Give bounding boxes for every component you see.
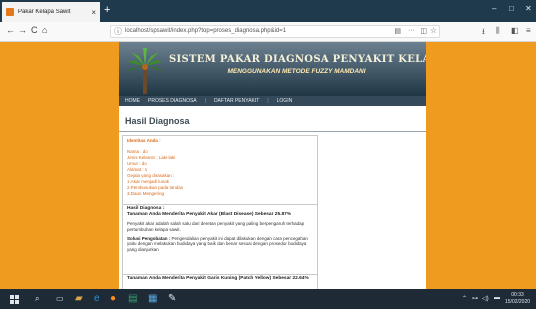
- menu-login[interactable]: LOGIN: [277, 98, 293, 104]
- result-description: Penyakit akar adalah salah satu dari der…: [127, 221, 305, 232]
- browser-tab[interactable]: Pakar Kelapa Sawit ×: [2, 2, 100, 22]
- notification-icon[interactable]: ▬: [494, 295, 500, 301]
- pocket-icon[interactable]: ◫: [420, 27, 427, 35]
- browser-tabbar: Pakar Kelapa Sawit × + – □ ✕: [0, 0, 536, 22]
- tray-chevron-icon[interactable]: ⌃: [462, 295, 467, 302]
- library-icon[interactable]: ⫼: [496, 26, 500, 36]
- menu-home[interactable]: HOME: [125, 98, 140, 104]
- browser-navbar: ← → C ⌂ ⓘ localhost/spsawit/index.php?to…: [0, 22, 536, 42]
- site-subtitle: MENGGUNAKAN METODE FUZZY MAMDANI: [227, 68, 366, 75]
- identity-heading: Identitas Anda :: [127, 138, 161, 143]
- network-icon[interactable]: ⊶: [472, 295, 478, 302]
- maximize-button[interactable]: □: [509, 4, 514, 13]
- page-title: Hasil Diagnosa: [125, 116, 190, 126]
- menu-proses-diagnosa[interactable]: PROSES DIAGNOSA: [148, 98, 197, 104]
- diagnosis-result-1: Hasil Diagnosa : Tanaman Anda Menderita …: [127, 206, 313, 253]
- site-banner: SISTEM PAKAR DIAGNOSA PENYAKIT KELAPA SA…: [119, 42, 426, 96]
- new-tab-button[interactable]: +: [104, 4, 110, 16]
- address-bar[interactable]: ⓘ localhost/spsawit/index.php?top=proses…: [110, 25, 440, 38]
- back-button[interactable]: ←: [6, 25, 15, 35]
- app-icon[interactable]: ✎: [168, 293, 176, 304]
- windows-taskbar: ⌕ ▭ ▰ e ● ▤ ▦ ✎ ⌃ ⊶ ◁) ▬ 00:33 15/02/202…: [0, 289, 536, 309]
- file-explorer-icon[interactable]: ▰: [75, 293, 83, 304]
- volume-icon[interactable]: ◁): [482, 295, 489, 302]
- reader-view-icon[interactable]: ▤: [394, 27, 401, 35]
- downloads-icon[interactable]: ⭳: [482, 26, 485, 40]
- clock-date: 15/02/2020: [505, 299, 531, 305]
- diagnosis-panel: Identitas Anda : Nama : do Jenis Kelamin…: [122, 135, 318, 289]
- forward-button[interactable]: →: [18, 25, 27, 35]
- identity-line: 3.Daun Mengering: [127, 191, 165, 196]
- identity-section: Identitas Anda : Nama : do Jenis Kelamin…: [127, 138, 313, 197]
- url-text[interactable]: localhost/spsawit/index.php?top=proses_d…: [125, 28, 286, 34]
- menu-separator: |: [204, 98, 206, 104]
- firefox-icon[interactable]: ●: [110, 293, 116, 304]
- search-icon[interactable]: ⌕: [35, 294, 39, 304]
- divider: [123, 204, 317, 205]
- edge-icon[interactable]: e: [94, 293, 100, 304]
- result-solution: Solusi Pengobatan : Pengendalian penyaki…: [127, 236, 313, 253]
- windows-start-icon[interactable]: [10, 295, 19, 304]
- tab-close-button[interactable]: ×: [91, 8, 96, 17]
- taskbar-clock[interactable]: 00:33 15/02/2020: [505, 292, 530, 306]
- page-background: SISTEM PAKAR DIAGNOSA PENYAKIT KELAPA SA…: [0, 42, 536, 289]
- result-title: Tanaman Anda Menderita Penyakit Akar (Bl…: [127, 212, 292, 217]
- site-container: SISTEM PAKAR DIAGNOSA PENYAKIT KELAPA SA…: [119, 42, 426, 289]
- result-title: Tanaman Anda Menderita Penyakit Garis Ku…: [127, 276, 309, 281]
- solution-label: Solusi Pengobatan :: [127, 235, 171, 241]
- palm-tree-icon: [125, 48, 165, 94]
- tab-title: Pakar Kelapa Sawit: [18, 9, 71, 15]
- site-info-icon[interactable]: ⓘ: [114, 26, 122, 37]
- minimize-button[interactable]: –: [492, 4, 496, 13]
- clock-time: 00:33: [511, 292, 524, 298]
- menu-daftar-penyakit[interactable]: DAFTAR PENYAKIT: [214, 98, 259, 104]
- bookmark-star-icon[interactable]: ☆: [430, 26, 437, 35]
- reload-button[interactable]: C: [31, 25, 38, 35]
- home-button[interactable]: ⌂: [42, 25, 47, 35]
- app-icon[interactable]: ▤: [128, 293, 137, 304]
- menu-icon[interactable]: ≡: [526, 26, 531, 35]
- page-actions-icon[interactable]: ···: [408, 27, 415, 34]
- site-title: SISTEM PAKAR DIAGNOSA PENYAKIT KELAPA SA…: [169, 54, 426, 65]
- favicon-icon: [6, 8, 14, 16]
- menu-separator: |: [267, 98, 269, 104]
- sidebar-icon[interactable]: ◧: [511, 26, 519, 35]
- close-window-button[interactable]: ✕: [525, 4, 532, 13]
- task-view-icon[interactable]: ▭: [56, 294, 64, 303]
- divider: [123, 274, 317, 275]
- divider: [119, 131, 426, 132]
- app-icon[interactable]: ▦: [148, 293, 157, 304]
- site-menu: HOME PROSES DIAGNOSA | DAFTAR PENYAKIT |…: [119, 96, 426, 106]
- diagnosis-result-2: Tanaman Anda Menderita Penyakit Garis Ku…: [127, 276, 313, 282]
